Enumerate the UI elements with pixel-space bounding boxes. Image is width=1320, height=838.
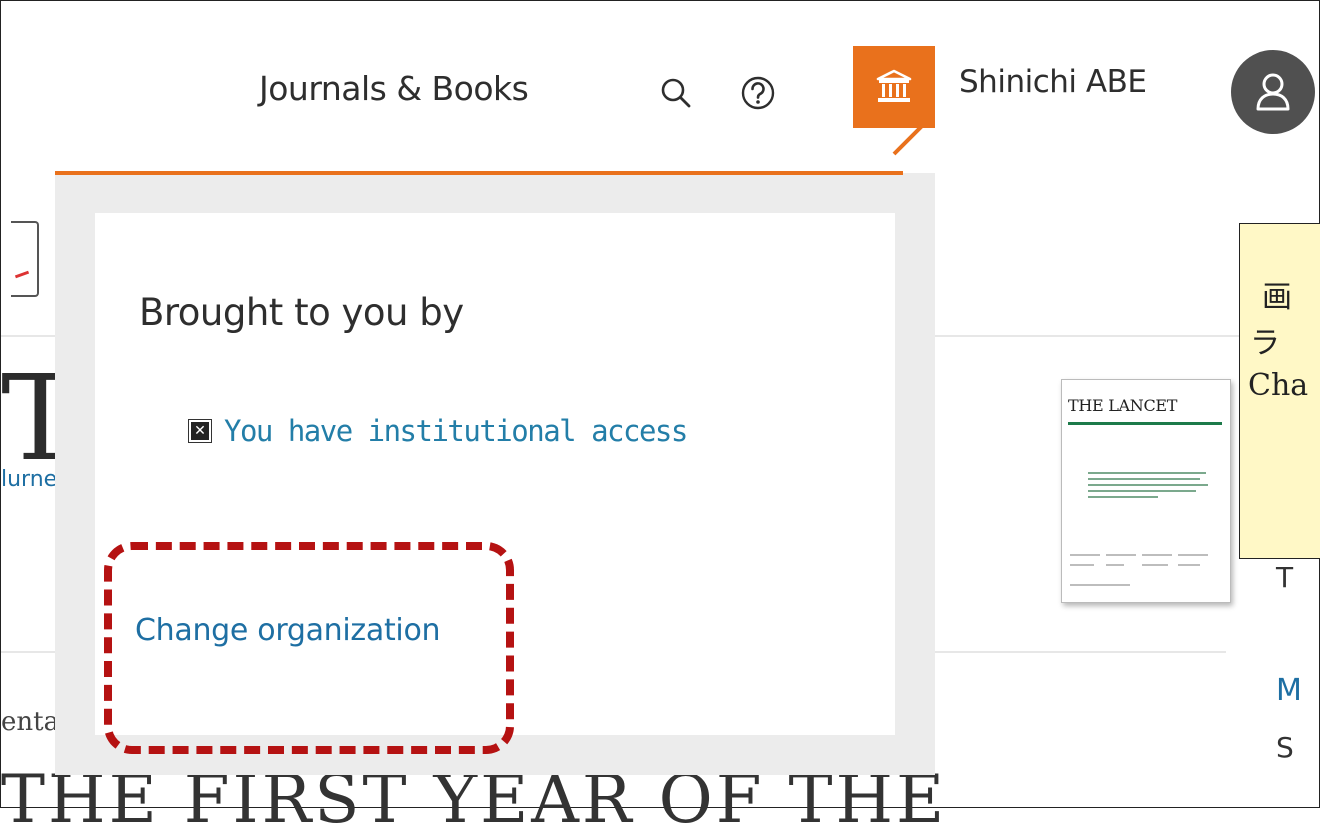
cover-text-line [1106, 564, 1124, 566]
cover-text-line [1088, 484, 1208, 486]
background-text-fragment: S [1276, 731, 1294, 764]
cover-text-line [1142, 554, 1172, 556]
cover-text-line [1088, 478, 1200, 480]
institutional-access-link[interactable]: You have institutional access [224, 414, 688, 448]
user-name[interactable]: Shinichi ABE [959, 64, 1147, 100]
panel-accent-line [55, 171, 903, 175]
search-icon[interactable] [656, 73, 696, 113]
cover-text-line [1088, 496, 1158, 498]
annotation-line: Cha [1248, 368, 1309, 403]
annotation-line: 画 [1262, 280, 1292, 315]
document-icon [11, 221, 39, 297]
cover-text-line [1088, 472, 1206, 474]
cover-rule [1068, 422, 1222, 425]
cover-text-line [1142, 564, 1168, 566]
cover-title: THE LANCET [1068, 396, 1178, 415]
cover-text-line [1070, 564, 1094, 566]
brought-to-you-heading: Brought to you by [139, 291, 464, 334]
background-link-fragment: M [1276, 673, 1302, 708]
cover-text-line [1088, 490, 1196, 492]
background-text-fragment: T [1276, 561, 1294, 594]
cover-text-line [1178, 554, 1208, 556]
highlight-dashed-box [104, 542, 514, 754]
cover-text-line [1178, 564, 1200, 566]
avatar[interactable] [1231, 50, 1315, 134]
help-icon[interactable] [738, 73, 778, 113]
cover-text-line [1070, 554, 1100, 556]
annotation-callout: 画 ラ Cha [1239, 223, 1320, 559]
cover-text-line [1106, 554, 1136, 556]
user-icon [1256, 73, 1290, 111]
journals-books-link[interactable]: Journals & Books [259, 69, 529, 108]
broken-image-icon: ✕ [188, 419, 212, 443]
journal-cover-image[interactable]: THE LANCET [1061, 379, 1231, 603]
annotation-line: ラ [1250, 326, 1280, 361]
cover-text-line [1070, 584, 1130, 586]
institution-button[interactable] [853, 46, 935, 128]
volume-link-fragment: lurne [1, 467, 58, 492]
institution-icon [876, 69, 912, 102]
